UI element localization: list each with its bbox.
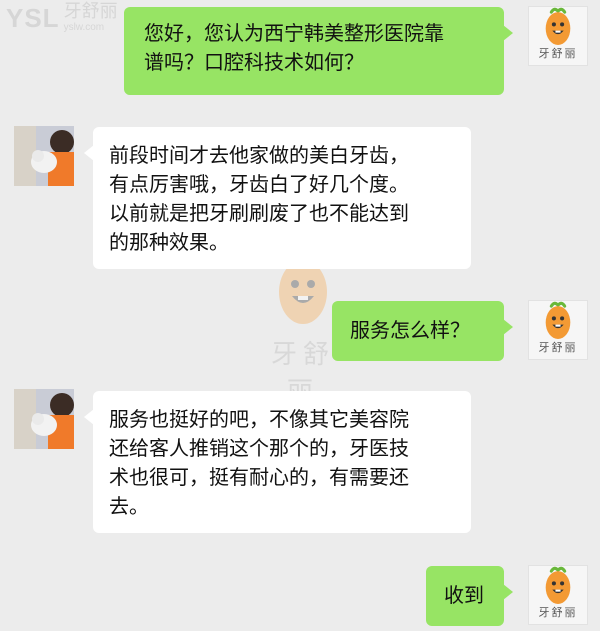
avatar-label: 牙舒丽 [538,47,578,60]
message-line: 的那种效果。 [109,230,229,254]
avatar[interactable]: 牙舒丽 [528,6,588,66]
message-line: 您好，您认为西宁韩美整形医院靠 [144,21,444,45]
message-line: 服务怎么样？ [350,318,470,342]
carrot-mascot-icon [545,7,571,45]
message-line: 谱吗？口腔科技术如何？ [144,50,364,74]
message-line: 术也很可，挺有耐心的，有需要还 [109,465,409,489]
outgoing-bubble[interactable]: 您好，您认为西宁韩美整形医院靠 谱吗？口腔科技术如何？ [124,7,513,95]
outgoing-bubble[interactable]: 服务怎么样？ [332,301,513,361]
watermark-ysl-text: YSL [6,3,60,33]
watermark-brand-text: 牙舒丽 [63,1,118,22]
incoming-bubble[interactable]: 服务也挺好的吧，不像其它美容院 还给客人推销这个那个的，牙医技 术也很可，挺有耐… [84,391,471,533]
user-photo-icon [14,126,74,186]
user-photo-icon [14,389,74,449]
message-line: 还给客人推销这个那个的，牙医技 [109,436,409,460]
avatar[interactable] [14,126,74,186]
message-line: 前段时间才去他家做的美白牙齿， [109,143,409,167]
avatar[interactable]: 牙舒丽 [528,300,588,360]
message-line: 有点厉害哦，牙齿白了好几个度。 [109,172,409,196]
avatar[interactable] [14,389,74,449]
message-line: 收到 [444,583,484,607]
avatar-label: 牙舒丽 [538,341,578,354]
watermark-url-text: yslw.com [63,22,105,33]
carrot-mascot-icon [545,301,571,339]
message-line: 以前就是把牙刷刷废了也不能达到 [109,201,409,225]
message-line: 去。 [109,494,149,518]
message-line: 服务也挺好的吧，不像其它美容院 [109,407,409,431]
avatar[interactable]: 牙舒丽 [528,565,588,625]
watermark-logo: YSL 牙舒丽 yslw.com [6,2,118,34]
carrot-mascot-icon [545,566,571,604]
outgoing-bubble[interactable]: 收到 [426,566,513,626]
avatar-label: 牙舒丽 [538,606,578,619]
incoming-bubble[interactable]: 前段时间才去他家做的美白牙齿， 有点厉害哦，牙齿白了好几个度。 以前就是把牙刷刷… [84,127,471,269]
